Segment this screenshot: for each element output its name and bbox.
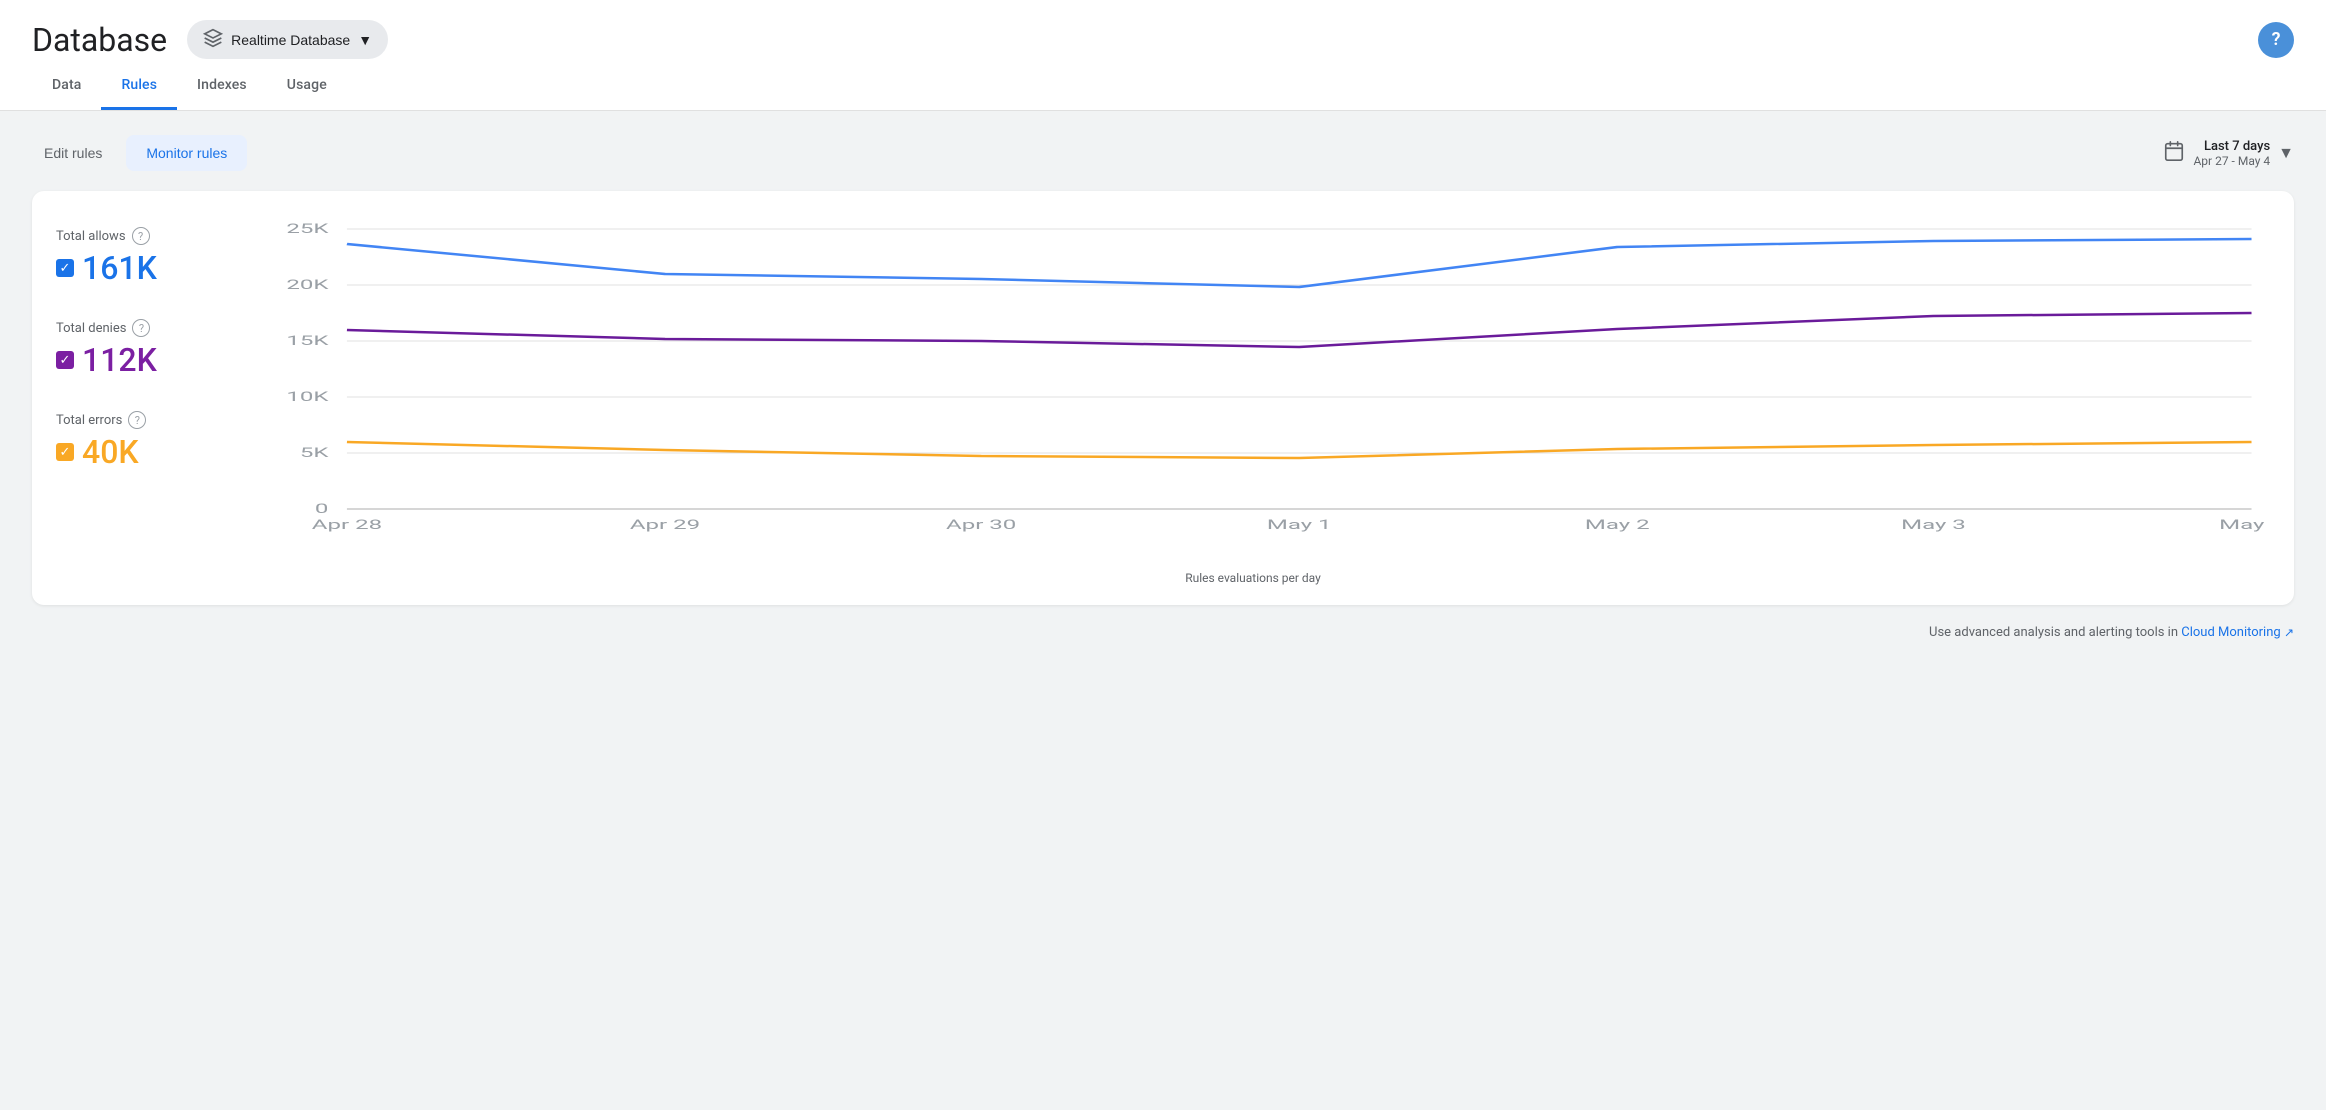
svg-text:10K: 10K xyxy=(286,389,329,404)
denies-checkbox[interactable]: ✓ xyxy=(56,351,74,369)
legend-denies: Total denies ? ✓ 112K xyxy=(56,319,212,379)
svg-text:May 2: May 2 xyxy=(1585,517,1650,532)
svg-text:0: 0 xyxy=(315,501,329,516)
chart-legend: Total allows ? ✓ 161K Total denies ? ✓ xyxy=(56,219,236,585)
tab-rules[interactable]: Rules xyxy=(101,63,177,110)
allows-value: 161K xyxy=(82,249,157,287)
calendar-icon xyxy=(2163,140,2185,167)
svg-text:May 4: May 4 xyxy=(2219,517,2270,532)
legend-errors: Total errors ? ✓ 40K xyxy=(56,411,212,471)
svg-text:Apr 28: Apr 28 xyxy=(312,517,382,532)
svg-text:Apr 29: Apr 29 xyxy=(630,517,700,532)
action-bar: Edit rules Monitor rules Last 7 days Apr… xyxy=(32,135,2294,171)
tabs-row: Data Rules Indexes Usage xyxy=(32,63,2294,110)
denies-help-icon[interactable]: ? xyxy=(132,319,150,337)
legend-denies-label: Total denies xyxy=(56,321,126,336)
tab-indexes[interactable]: Indexes xyxy=(177,63,267,110)
legend-allows: Total allows ? ✓ 161K xyxy=(56,227,212,287)
db-selector-icon xyxy=(203,28,223,51)
legend-allows-label: Total allows xyxy=(56,229,126,244)
footer-text: Use advanced analysis and alerting tools… xyxy=(1929,625,2178,640)
external-link-icon: ↗ xyxy=(2284,626,2294,640)
legend-errors-label: Total errors xyxy=(56,413,122,428)
chart-area: 25K 20K 15K 10K 5K 0 xyxy=(236,219,2270,585)
date-range: Apr 27 - May 4 xyxy=(2193,154,2270,168)
chart-card: Total allows ? ✓ 161K Total denies ? ✓ xyxy=(32,191,2294,605)
help-button[interactable]: ? xyxy=(2258,22,2294,58)
monitor-rules-button[interactable]: Monitor rules xyxy=(126,135,247,171)
chevron-down-icon: ▼ xyxy=(358,32,372,48)
date-label: Last 7 days xyxy=(2193,139,2270,154)
svg-text:May 1: May 1 xyxy=(1267,517,1332,532)
errors-value: 40K xyxy=(82,433,139,471)
db-selector-label: Realtime Database xyxy=(231,32,350,48)
errors-checkbox[interactable]: ✓ xyxy=(56,443,74,461)
errors-help-icon[interactable]: ? xyxy=(128,411,146,429)
svg-text:May 3: May 3 xyxy=(1901,517,1966,532)
svg-text:25K: 25K xyxy=(286,221,329,236)
tab-usage[interactable]: Usage xyxy=(267,63,347,110)
db-selector-button[interactable]: Realtime Database ▼ xyxy=(187,20,388,59)
tab-data[interactable]: Data xyxy=(32,63,101,110)
date-text: Last 7 days Apr 27 - May 4 xyxy=(2193,139,2270,168)
page-title: Database xyxy=(32,21,167,59)
denies-value: 112K xyxy=(82,341,157,379)
edit-rules-button[interactable]: Edit rules xyxy=(32,137,114,169)
date-selector[interactable]: Last 7 days Apr 27 - May 4 ▼ xyxy=(2163,139,2294,168)
svg-text:15K: 15K xyxy=(286,333,329,348)
x-axis-label: Rules evaluations per day xyxy=(236,571,2270,585)
svg-text:20K: 20K xyxy=(286,277,329,292)
svg-text:5K: 5K xyxy=(300,445,330,460)
cloud-monitoring-link[interactable]: Cloud Monitoring ↗ xyxy=(2181,625,2294,640)
chart-svg: 25K 20K 15K 10K 5K 0 xyxy=(236,219,2270,559)
allows-help-icon[interactable]: ? xyxy=(132,227,150,245)
date-chevron-icon: ▼ xyxy=(2278,143,2294,163)
allows-checkbox[interactable]: ✓ xyxy=(56,259,74,277)
svg-text:Apr 30: Apr 30 xyxy=(946,517,1016,532)
footer-note: Use advanced analysis and alerting tools… xyxy=(32,625,2294,640)
